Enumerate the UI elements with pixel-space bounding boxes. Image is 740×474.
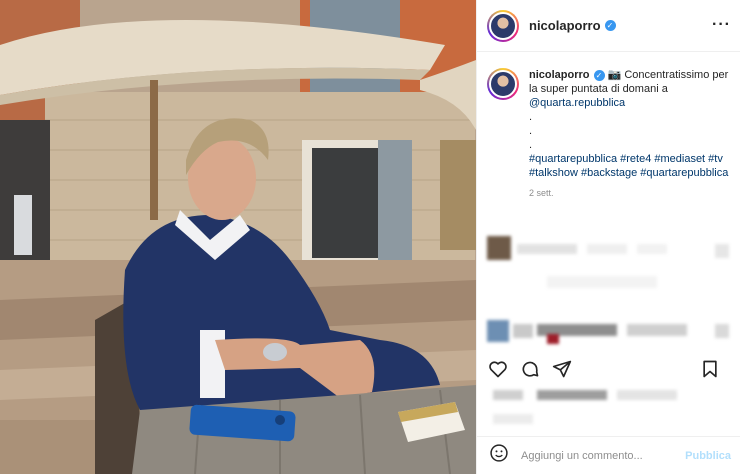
blurred-comment	[487, 236, 731, 308]
blurred-comment	[487, 320, 731, 346]
comment-input[interactable]	[521, 449, 681, 462]
publish-button[interactable]: Pubblica	[685, 450, 731, 462]
caption-avatar[interactable]	[487, 68, 519, 100]
avatar-image	[489, 70, 517, 98]
avatar-image	[489, 11, 517, 40]
caption-dot: .	[529, 139, 533, 151]
photo-illustration	[0, 0, 476, 474]
hashtags[interactable]: #quartarepubblica #rete4 #mediaset #tv #…	[529, 153, 728, 179]
heart-icon[interactable]	[487, 358, 509, 380]
post-timestamp[interactable]: 2 sett.	[529, 188, 731, 198]
camera-icon: 📷	[607, 69, 622, 81]
caption-text: nicolaporro ✓ 📷 Concentratissimo per la s…	[529, 68, 729, 180]
post-photo[interactable]	[0, 0, 476, 474]
verified-badge-icon: ✓	[593, 70, 605, 81]
avatar[interactable]	[487, 9, 519, 42]
add-comment-bar: Pubblica	[477, 436, 740, 474]
bookmark-icon[interactable]	[699, 358, 721, 380]
emoji-icon[interactable]	[489, 443, 509, 468]
more-options-icon[interactable]: ···	[712, 16, 731, 34]
caption-username-link[interactable]: nicolaporro	[529, 69, 590, 81]
caption: nicolaporro ✓ 📷 Concentratissimo per la s…	[487, 68, 731, 198]
mention-link[interactable]: @quarta.repubblica	[529, 97, 625, 109]
comment-icon[interactable]	[519, 358, 541, 380]
username-link[interactable]: nicolaporro	[529, 18, 601, 33]
blurred-likes	[487, 388, 731, 428]
caption-dot: .	[529, 111, 533, 123]
post-actions	[487, 356, 731, 382]
verified-badge-icon: ✓	[604, 20, 616, 31]
caption-dot: .	[529, 125, 533, 137]
post-header: nicolaporro ✓ ···	[477, 0, 740, 52]
share-icon[interactable]	[551, 358, 573, 380]
post-side-panel: nicolaporro ✓ ··· nicolaporro ✓ 📷 Concent…	[476, 0, 740, 474]
